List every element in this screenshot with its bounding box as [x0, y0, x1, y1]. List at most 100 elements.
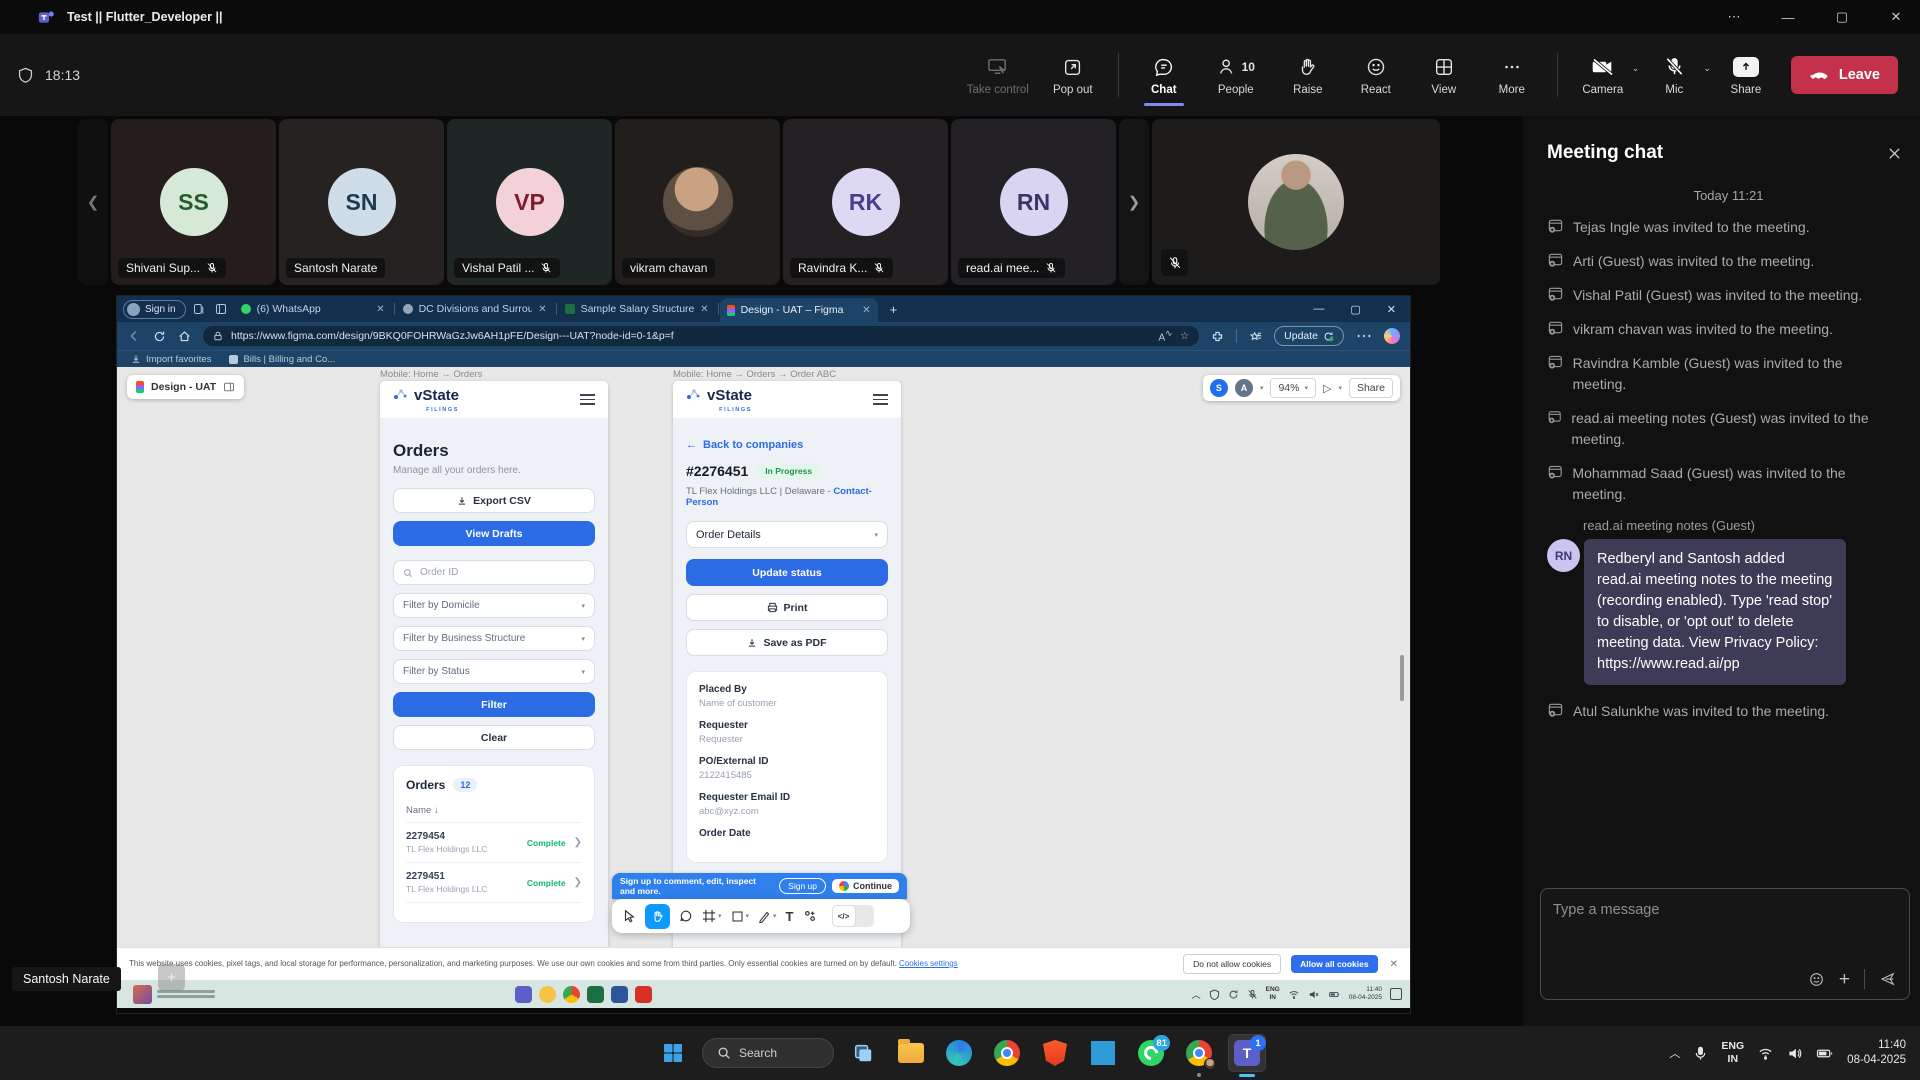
- excel-icon[interactable]: [587, 986, 604, 1003]
- frame-tool-icon[interactable]: ▾: [702, 909, 722, 923]
- view-drafts-button[interactable]: View Drafts: [393, 521, 595, 546]
- tab-close-icon[interactable]: ✕: [538, 304, 546, 315]
- browser-tab[interactable]: (6) WhatsApp✕: [234, 298, 392, 320]
- chrome-button[interactable]: [988, 1034, 1026, 1072]
- defender-icon[interactable]: [1209, 989, 1220, 1000]
- minimize-button[interactable]: —: [1778, 10, 1798, 25]
- battery-icon[interactable]: [1328, 989, 1341, 1000]
- back-to-companies-link[interactable]: ←Back to companies: [686, 439, 888, 451]
- chat-button[interactable]: Chat: [1133, 44, 1195, 106]
- move-tool-icon[interactable]: [622, 909, 636, 923]
- order-id-search-input[interactable]: Order ID: [393, 560, 595, 585]
- collab-chevron-icon[interactable]: ▾: [1260, 384, 1264, 392]
- tray-chevron-icon[interactable]: ︿: [1669, 1045, 1680, 1061]
- taskbar-search[interactable]: Search: [702, 1038, 834, 1068]
- participant-tile[interactable]: vikram chavan: [615, 119, 780, 285]
- figma-doc-chip[interactable]: Design - UAT: [127, 375, 244, 399]
- mobile-frame-orders[interactable]: vStateFILINGS Orders Manage all your ord…: [380, 381, 608, 980]
- signup-button[interactable]: Sign up: [779, 878, 826, 894]
- camera-button[interactable]: Camera: [1572, 44, 1634, 106]
- print-button[interactable]: Print: [686, 594, 888, 621]
- mic-muted-tray-icon[interactable]: [1247, 989, 1258, 1000]
- import-favorites-link[interactable]: Import favorites: [131, 354, 211, 365]
- tray-chevron-icon[interactable]: ︿: [1192, 988, 1201, 1001]
- text-tool-icon[interactable]: T: [786, 909, 794, 924]
- chevron-down-icon[interactable]: ▾: [718, 912, 722, 920]
- send-icon[interactable]: [1879, 970, 1897, 988]
- google-continue-button[interactable]: Continue: [832, 879, 899, 893]
- home-icon[interactable]: [178, 330, 191, 343]
- vscode-button[interactable]: [1084, 1034, 1122, 1072]
- export-csv-button[interactable]: Export CSV: [393, 488, 595, 513]
- layout-panel-icon[interactable]: [223, 381, 235, 393]
- emoji-icon[interactable]: [1808, 971, 1825, 988]
- pdf-icon[interactable]: [635, 986, 652, 1003]
- shape-tool-icon[interactable]: ▾: [731, 910, 750, 923]
- browser-tab[interactable]: DC Divisions and Surroundings✕: [396, 298, 554, 320]
- filter-business-select[interactable]: Filter by Business Structure▾: [393, 626, 595, 651]
- more-button[interactable]: More: [1481, 44, 1543, 106]
- allow-cookies-button[interactable]: Allow all cookies: [1291, 955, 1378, 973]
- filter-button[interactable]: Filter: [393, 692, 595, 717]
- chevron-down-icon[interactable]: ▾: [773, 912, 777, 920]
- chat-message-bubble[interactable]: Redberyl and Santosh added read.ai meeti…: [1584, 539, 1846, 685]
- attach-plus-icon[interactable]: +: [1839, 970, 1850, 989]
- task-view-button[interactable]: [844, 1034, 882, 1072]
- filter-status-select[interactable]: Filter by Status▾: [393, 659, 595, 684]
- participant-tile[interactable]: SN Santosh Narate: [279, 119, 444, 285]
- presenter-clock[interactable]: 11:4008-04-2025: [1349, 986, 1382, 1003]
- mic-button[interactable]: Mic: [1643, 44, 1705, 106]
- participant-tile[interactable]: RN read.ai mee...: [951, 119, 1116, 285]
- order-row[interactable]: 2279454TL Flex Holdings LLC Complete❯: [406, 822, 582, 862]
- play-chevron-icon[interactable]: ▾: [1338, 384, 1342, 392]
- browser-update-button[interactable]: Update: [1274, 326, 1344, 346]
- participant-tile[interactable]: RK Ravindra K...: [783, 119, 948, 285]
- clear-button[interactable]: Clear: [393, 725, 595, 750]
- favorite-bills-link[interactable]: Bills | Billing and Co...: [229, 354, 335, 365]
- message-input[interactable]: [1553, 902, 1897, 918]
- update-status-button[interactable]: Update status: [686, 559, 888, 586]
- save-pdf-button[interactable]: Save as PDF: [686, 629, 888, 656]
- todo-icon[interactable]: [539, 986, 556, 1003]
- pop-out-button[interactable]: Pop out: [1042, 44, 1104, 106]
- favorites-bar-icon[interactable]: [1249, 330, 1262, 343]
- react-button[interactable]: React: [1345, 44, 1407, 106]
- browser-signin-button[interactable]: Sign in: [123, 300, 186, 319]
- titlebar-more-icon[interactable]: ⋯: [1724, 9, 1744, 25]
- order-row[interactable]: 2279451TL Flex Holdings LLC Complete❯: [406, 862, 582, 902]
- raise-hand-button[interactable]: Raise: [1277, 44, 1339, 106]
- dev-mode-toggle[interactable]: </>: [832, 905, 874, 927]
- taskbar-clock[interactable]: 11:4008-04-2025: [1847, 1038, 1906, 1068]
- tab-close-icon[interactable]: ✕: [376, 304, 384, 315]
- read-aloud-icon[interactable]: A∿: [1159, 328, 1173, 343]
- whatsapp-button[interactable]: 81: [1132, 1034, 1170, 1072]
- edge-button[interactable]: [940, 1034, 978, 1072]
- tiles-prev-button[interactable]: ❮: [78, 119, 108, 285]
- cookie-settings-link[interactable]: Cookies settings: [899, 959, 958, 968]
- order-details-select[interactable]: Order Details▾: [686, 521, 888, 548]
- frame-label[interactable]: Mobile: Home → Orders → Order ABC: [673, 369, 836, 380]
- share-screen-button[interactable]: Share: [1715, 44, 1777, 106]
- vertical-tabs-icon[interactable]: [215, 303, 227, 315]
- tab-search-icon[interactable]: [193, 303, 205, 315]
- browser-tab-active[interactable]: Design - UAT – Figma✕: [720, 298, 878, 322]
- figma-canvas[interactable]: Design - UAT S A ▾ 94%▾ ▷ ▾ Share Mobile…: [117, 367, 1410, 980]
- comment-tool-icon[interactable]: [679, 909, 693, 923]
- close-button[interactable]: ✕: [1886, 9, 1906, 25]
- sync-icon[interactable]: [1228, 989, 1239, 1000]
- teams-button[interactable]: T1: [1228, 1034, 1266, 1072]
- prototype-play-icon[interactable]: ▷: [1323, 382, 1331, 395]
- teams-icon[interactable]: [515, 986, 532, 1003]
- tab-close-icon[interactable]: ✕: [862, 305, 870, 316]
- brave-button[interactable]: [1036, 1034, 1074, 1072]
- chrome-icon[interactable]: [563, 986, 580, 1003]
- collaborator-avatar[interactable]: S: [1210, 379, 1228, 397]
- zoom-control[interactable]: 94%▾: [1270, 378, 1316, 398]
- language-indicator[interactable]: ENGIN: [1721, 1040, 1744, 1066]
- volume-icon[interactable]: [1308, 989, 1320, 1000]
- volume-icon[interactable]: [1787, 1046, 1803, 1061]
- participant-tile[interactable]: VP Vishal Patil ...: [447, 119, 612, 285]
- restore-button[interactable]: ▢: [1832, 9, 1852, 25]
- people-button[interactable]: 10 People: [1201, 44, 1271, 106]
- filter-domicile-select[interactable]: Filter by Domicile▾: [393, 593, 595, 618]
